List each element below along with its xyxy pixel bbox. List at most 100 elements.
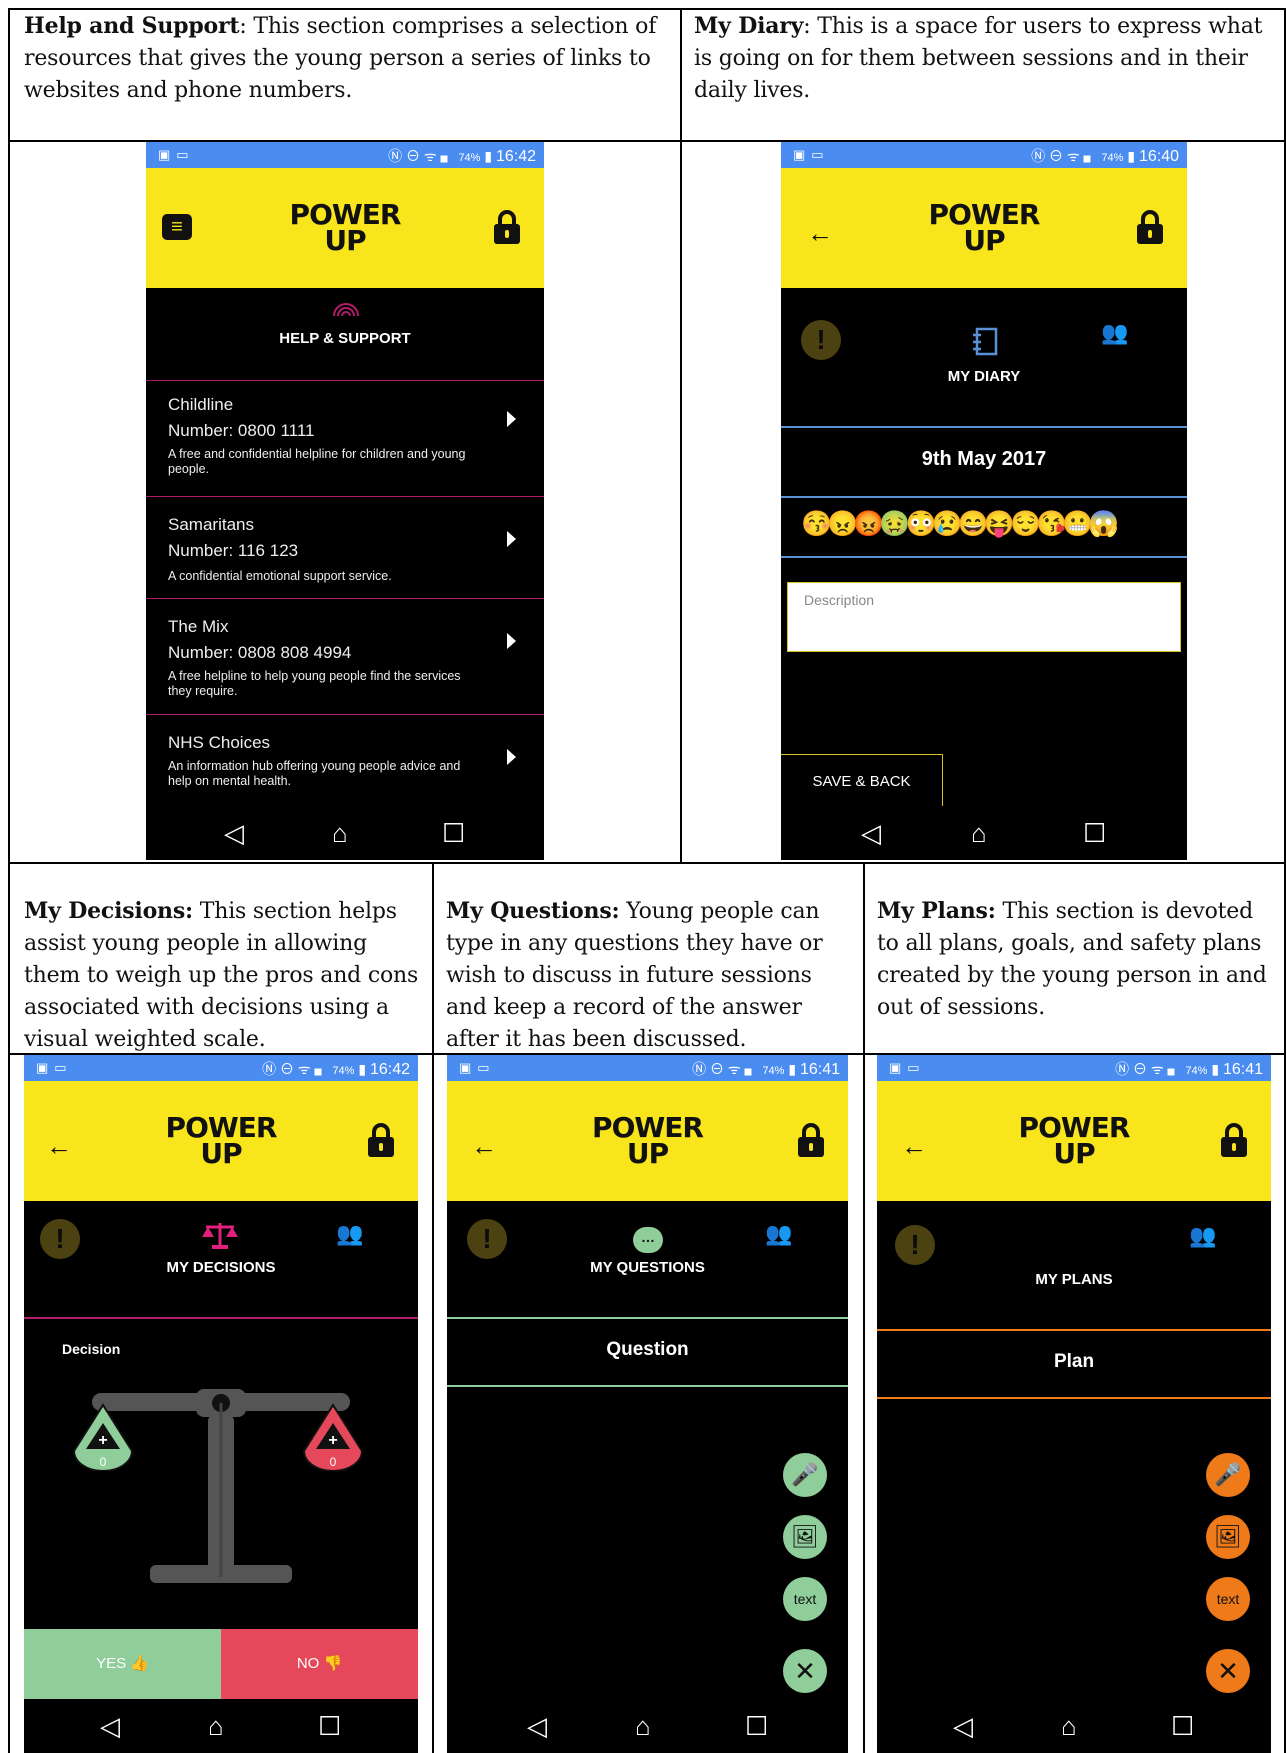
home-nav-icon[interactable]: ⌂: [332, 818, 348, 849]
home-nav-icon[interactable]: ⌂: [635, 1711, 651, 1742]
status-icons-left: ▣▭: [889, 1060, 926, 1075]
status-icons-right: Ⓝ ⊖ ᯤ ▖ 74% ▮ 16:41: [692, 1061, 840, 1078]
page-title: MY PLANS: [1035, 1271, 1113, 1288]
home-nav-icon[interactable]: ⌂: [971, 818, 987, 849]
alert-icon[interactable]: !: [40, 1219, 80, 1259]
back-arrow-icon[interactable]: ←: [471, 1131, 497, 1162]
alert-icon[interactable]: !: [895, 1225, 935, 1265]
item-number: Number: 116 123: [168, 541, 299, 560]
recents-nav-icon[interactable]: ☐: [1083, 818, 1106, 849]
yes-button[interactable]: YES 👍: [24, 1629, 221, 1699]
back-arrow-icon[interactable]: ←: [46, 1131, 72, 1162]
recents-nav-icon[interactable]: ☐: [1171, 1711, 1194, 1742]
alert-icon[interactable]: !: [467, 1219, 507, 1259]
save-and-back-button[interactable]: SAVE & BACK: [781, 754, 943, 812]
back-nav-icon[interactable]: ◁: [527, 1711, 547, 1742]
cons-count: 0: [329, 1455, 337, 1469]
power-up-logo: POWER UP: [289, 198, 402, 257]
image-icon[interactable]: 🖼: [1206, 1515, 1250, 1559]
diary-book-icon: [973, 327, 998, 356]
caption-my-plans: My Plans: This section is devoted to all…: [877, 898, 1267, 1020]
alert-icon[interactable]: !: [801, 320, 841, 360]
share-users-icon[interactable]: 👥: [1189, 1223, 1216, 1249]
status-icons-right: Ⓝ ⊖ ᯤ ▖ 74% ▮ 16:40: [1031, 148, 1179, 165]
lock-icon[interactable]: [368, 1123, 394, 1157]
text-button[interactable]: text: [783, 1577, 827, 1621]
recents-nav-icon[interactable]: ☐: [442, 818, 465, 849]
image-icon[interactable]: 🖼: [783, 1515, 827, 1559]
list-item-samaritans[interactable]: Samaritans Number: 116 123 A confidentia…: [146, 496, 544, 598]
list-item-childline[interactable]: Childline Number: 0800 1111 A free and c…: [146, 380, 544, 496]
svg-text:+: +: [328, 1432, 337, 1449]
back-arrow-icon[interactable]: ←: [807, 218, 833, 249]
status-bar: ▣▭ Ⓝ ⊖ ᯤ ▖ 74% ▮ 16:41: [877, 1055, 1271, 1081]
list-item-nhs-choices[interactable]: NHS Choices An information hub offering …: [146, 714, 544, 806]
lock-icon[interactable]: [494, 210, 520, 244]
divider: [447, 1385, 848, 1387]
recents-nav-icon[interactable]: ☐: [318, 1711, 341, 1742]
table-col-divider: [432, 862, 434, 1753]
item-name: The Mix: [168, 617, 229, 636]
description-field[interactable]: Description: [787, 582, 1181, 652]
page-title: HELP & SUPPORT: [279, 330, 411, 347]
divider: [877, 1329, 1271, 1331]
text-button[interactable]: text: [1206, 1577, 1250, 1621]
chevron-right-icon: [507, 749, 516, 765]
status-bar: ▣▭ Ⓝ ⊖ ᯤ ▖ 74% ▮ 16:41: [447, 1055, 848, 1081]
home-nav-icon[interactable]: ⌂: [1061, 1711, 1077, 1742]
divider: [877, 1397, 1271, 1399]
description-placeholder: Description: [804, 592, 875, 608]
power-up-logo: POWER UP: [592, 1111, 704, 1170]
emotion-selector-icons[interactable]: 😚😠😡🤢😳😢😄😝😌😘😬😱: [801, 510, 1120, 539]
close-icon[interactable]: ✕: [1206, 1649, 1250, 1693]
lock-icon[interactable]: [1221, 1123, 1247, 1157]
power-up-logo: POWER UP: [165, 1111, 278, 1170]
signal-waves-icon: [333, 303, 359, 317]
page-title: MY DECISIONS: [166, 1259, 276, 1276]
no-button[interactable]: NO 👎: [221, 1629, 418, 1699]
status-icons-right: Ⓝ ⊖ ᯤ ▖ 74% ▮ 16:42: [388, 148, 536, 165]
share-users-icon[interactable]: 👥: [1101, 320, 1128, 346]
chat-bubble-icon: …: [633, 1227, 663, 1253]
svg-text:+: +: [98, 1432, 107, 1449]
microphone-icon[interactable]: 🎤: [1206, 1453, 1250, 1497]
close-icon[interactable]: ✕: [783, 1649, 827, 1693]
microphone-icon[interactable]: 🎤: [783, 1453, 827, 1497]
chevron-right-icon: [507, 531, 516, 547]
share-users-icon[interactable]: 👥: [336, 1221, 363, 1247]
recents-nav-icon[interactable]: ☐: [745, 1711, 768, 1742]
pros-count: 0: [99, 1455, 107, 1469]
home-nav-icon[interactable]: ⌂: [208, 1711, 224, 1742]
back-nav-icon[interactable]: ◁: [224, 818, 244, 849]
back-nav-icon[interactable]: ◁: [861, 818, 881, 849]
android-nav-bar: ◁ ⌂ ☐: [146, 806, 544, 860]
status-icons-left: ▣▭: [158, 147, 195, 162]
share-users-icon[interactable]: 👥: [765, 1221, 792, 1247]
caption-my-diary: My Diary: This is a space for users to e…: [694, 13, 1263, 103]
page-title: MY QUESTIONS: [590, 1259, 705, 1276]
hamburger-menu-icon[interactable]: ≡: [162, 214, 192, 240]
item-description: An information hub offering young people…: [168, 759, 461, 788]
phone-help-support: ▣▭ Ⓝ ⊖ ᯤ ▖ 74% ▮ 16:42 ≡ POWER UP HELP & …: [146, 142, 544, 860]
table-row-divider: [8, 862, 1286, 864]
back-nav-icon[interactable]: ◁: [100, 1711, 120, 1742]
item-number: Number: 0808 808 4994: [168, 643, 352, 662]
divider: [781, 556, 1187, 558]
scales-icon: [202, 1223, 238, 1249]
lock-icon[interactable]: [1137, 210, 1163, 244]
app-header: ← POWER UP: [781, 168, 1187, 288]
list-item-the-mix[interactable]: The Mix Number: 0808 808 4994 A free hel…: [146, 598, 544, 714]
app-header: ← POWER UP: [447, 1081, 848, 1201]
item-name: NHS Choices: [168, 733, 271, 752]
app-header: ← POWER UP: [877, 1081, 1271, 1201]
lock-icon[interactable]: [798, 1123, 824, 1157]
plan-header: Plan: [1053, 1351, 1095, 1372]
status-icons-left: ▣▭: [36, 1060, 73, 1075]
table-border-right: [1284, 8, 1286, 1753]
yes-label: YES: [96, 1655, 127, 1672]
power-up-logo: POWER UP: [1018, 1111, 1131, 1170]
back-nav-icon[interactable]: ◁: [953, 1711, 973, 1742]
chevron-right-icon: [507, 411, 516, 427]
back-arrow-icon[interactable]: ←: [901, 1131, 927, 1162]
thumbs-down-icon: 👎: [323, 1655, 343, 1672]
